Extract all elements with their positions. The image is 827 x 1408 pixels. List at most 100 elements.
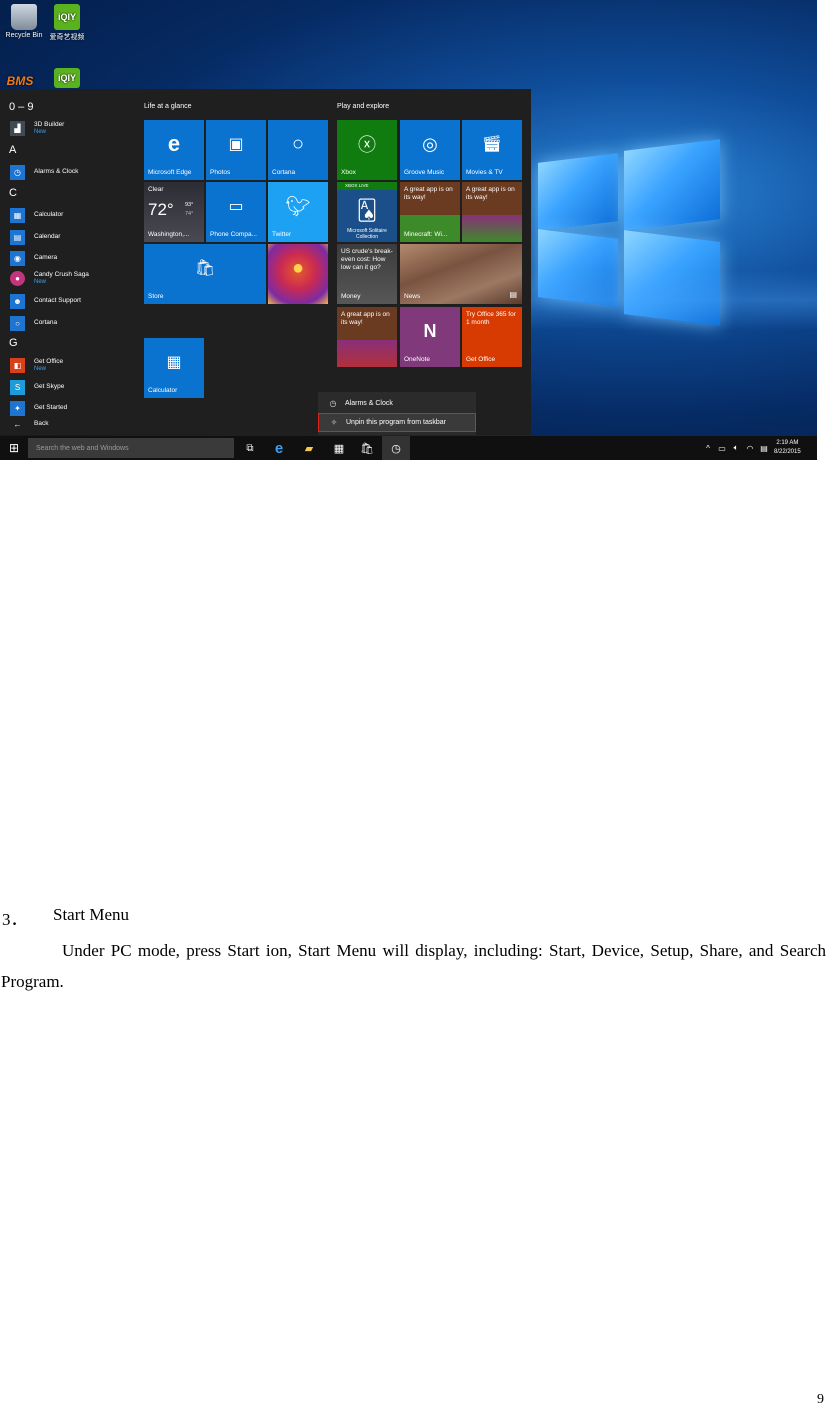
tile-microsoft-edge[interactable]: e Microsoft Edge <box>144 120 204 180</box>
tile-label: Cortana <box>272 169 296 176</box>
app-camera[interactable]: ◉ Camera <box>10 250 57 266</box>
tile-get-office[interactable]: Try Office 365 for 1 month Get Office <box>462 307 522 367</box>
tile-store[interactable]: 🛍︎ Store <box>144 244 266 304</box>
news-icon: ▤ <box>509 290 517 299</box>
movies-tv-icon: 🎬︎ <box>481 136 503 153</box>
tile-groove-music[interactable]: ◎ Groove Music <box>400 120 460 180</box>
app-name: Candy Crush Saga <box>34 270 89 278</box>
alarm-clock-icon[interactable]: ◷ <box>382 436 410 460</box>
app-get-office[interactable]: ◧ Get Office New <box>10 357 63 373</box>
3d-builder-icon: ▟ <box>10 120 25 136</box>
back-arrow-icon: ← <box>13 419 22 429</box>
iqiyi-logo: iQIY <box>54 68 80 88</box>
desktop-icon-label: Recycle Bin <box>5 32 43 39</box>
page-number: 9 <box>817 1392 824 1407</box>
app-get-started[interactable]: ✦ Get Started <box>10 400 67 416</box>
desktop-icon-label: 爱奇艺视频 <box>49 34 85 41</box>
skype-icon: S <box>10 379 25 395</box>
file-explorer-icon[interactable]: ▰ <box>296 436 322 460</box>
tile-onenote[interactable]: N OneNote <box>400 307 460 367</box>
tile-xbox[interactable]: ⓧ Xbox <box>337 120 397 180</box>
tile-label: Calculator <box>148 387 178 394</box>
tile-app-on-its-way[interactable]: A great app is on its way! <box>462 182 522 242</box>
windows-logo-icon: ⊞ <box>8 441 20 455</box>
tile-label: Phone Compa... <box>210 231 257 238</box>
tile-cortana[interactable]: ○ Cortana <box>268 120 328 180</box>
app-name: Calendar <box>34 233 61 240</box>
tile-movies-tv[interactable]: 🎬︎ Movies & TV <box>462 120 522 180</box>
tile-twitter[interactable]: 🐦︎ Twitter <box>268 182 328 242</box>
groove-music-icon: ◎ <box>422 133 438 154</box>
notification-icon[interactable]: ▤ <box>758 436 770 460</box>
twitter-icon: 🐦︎ <box>285 195 311 218</box>
calendar-icon[interactable]: ▦ <box>326 436 352 460</box>
tile-candy-crush[interactable]: ● <box>268 244 328 304</box>
screenshot: Recycle Bin iQIY 爱奇艺视频 BMS iQIY 0 – 9 ▟ … <box>0 0 817 460</box>
start-button[interactable]: ⊞ <box>4 436 24 460</box>
xbox-live-badge: XBOX LIVE <box>337 182 397 190</box>
tile-label: Microsoft Edge <box>148 169 192 176</box>
get-started-icon: ✦ <box>10 400 25 416</box>
back-label: Back <box>34 420 49 427</box>
task-view-icon[interactable]: ⧉ <box>238 436 262 460</box>
group-title[interactable]: Life at a glance <box>144 103 191 110</box>
tile-message: A great app is on its way! <box>341 311 390 326</box>
tile-photos[interactable]: ▣ Photos <box>206 120 266 180</box>
app-calendar[interactable]: ▤ Calendar <box>10 229 60 245</box>
app-alarms-clock[interactable]: ◷ Alarms & Clock <box>10 164 78 180</box>
wifi-icon[interactable]: ◠ <box>744 436 756 460</box>
iqiyi-icon[interactable]: iQIY 爱奇艺视频 <box>43 4 91 42</box>
section-header[interactable]: G <box>9 337 18 349</box>
iqiyi-logo: iQIY <box>54 4 80 30</box>
new-badge: New <box>34 278 47 285</box>
app-candy-crush[interactable]: ● Candy Crush Saga New <box>10 270 89 286</box>
app-list: 0 – 9 ▟ 3D Builder New A ◷ Alarms & Clock… <box>0 89 132 435</box>
app-get-skype[interactable]: S Get Skype <box>10 379 64 395</box>
app-name: Calculator <box>34 211 64 218</box>
tile-phone-companion[interactable]: ▭ Phone Compa... <box>206 182 266 242</box>
app-name: Alarms & Clock <box>34 168 79 175</box>
tile-calculator[interactable]: ▦ Calculator <box>144 338 204 398</box>
xbox-icon: ⓧ <box>358 135 376 155</box>
recycle-bin-icon[interactable]: Recycle Bin <box>0 4 48 39</box>
tile-message: Try Office 365 for 1 month <box>466 311 516 326</box>
section-header[interactable]: A <box>9 144 16 156</box>
new-badge: New <box>34 365 47 372</box>
menu-item-unpin[interactable]: ✧ Unpin this program from taskbar <box>318 413 476 432</box>
tile-message: A great app is on its way! <box>404 186 453 201</box>
weather-high: 93° <box>185 202 194 208</box>
chevron-up-icon[interactable]: ^ <box>702 436 714 460</box>
tile-label: Microsoft Solitaire Collection <box>347 228 387 240</box>
taskbar-clock[interactable]: 2:19 AM 8/22/2015 <box>774 439 801 457</box>
tile-weather[interactable]: Clear 72° 93° 74° Washington,... <box>144 182 204 242</box>
weather-low: 74° <box>185 211 194 217</box>
body-paragraph: Under PC mode, press Start ion, Start Me… <box>1 941 826 991</box>
app-cortana[interactable]: ○ Cortana <box>10 315 57 331</box>
app-calculator[interactable]: ▦ Calculator <box>10 207 63 223</box>
tile-news[interactable]: News ▤ <box>400 244 522 304</box>
start-menu: 0 – 9 ▟ 3D Builder New A ◷ Alarms & Clock… <box>0 89 531 435</box>
back-button[interactable]: ← Back <box>10 416 49 432</box>
tile-money[interactable]: US crude's break-even cost: How low can … <box>337 244 397 304</box>
tile-minecraft[interactable]: A great app is on its way! Minecraft: Wi… <box>400 182 460 242</box>
app-contact-support[interactable]: ☻ Contact Support <box>10 293 81 309</box>
app-name: 3D Builder <box>34 120 65 128</box>
section-header[interactable]: 0 – 9 <box>9 101 33 113</box>
group-title[interactable]: Play and explore <box>337 103 389 110</box>
app-3d-builder[interactable]: ▟ 3D Builder New <box>10 120 64 136</box>
battery-icon[interactable]: ▭ <box>716 436 728 460</box>
alarm-clock-icon: ◷ <box>329 399 337 408</box>
clock-time: 2:19 AM <box>776 440 799 446</box>
section-header[interactable]: C <box>9 187 17 199</box>
menu-item-alarms-clock[interactable]: ◷ Alarms & Clock <box>318 394 476 413</box>
volume-icon[interactable]: 🔈︎ <box>730 436 742 460</box>
tile-app-on-its-way[interactable]: A great app is on its way! <box>337 307 397 367</box>
tile-solitaire[interactable]: XBOX LIVE 🂡 Microsoft Solitaire Collecti… <box>337 182 397 242</box>
edge-icon[interactable]: e <box>266 436 292 460</box>
tile-message: US crude's break-even cost: How low can … <box>341 248 393 271</box>
iqiyi-icon[interactable]: iQIY <box>43 68 91 90</box>
tile-label: Movies & TV <box>466 169 503 176</box>
photos-icon: ▣ <box>228 136 244 153</box>
store-icon[interactable]: 🛍︎ <box>354 436 380 460</box>
search-input[interactable]: Search the web and Windows <box>28 438 234 458</box>
